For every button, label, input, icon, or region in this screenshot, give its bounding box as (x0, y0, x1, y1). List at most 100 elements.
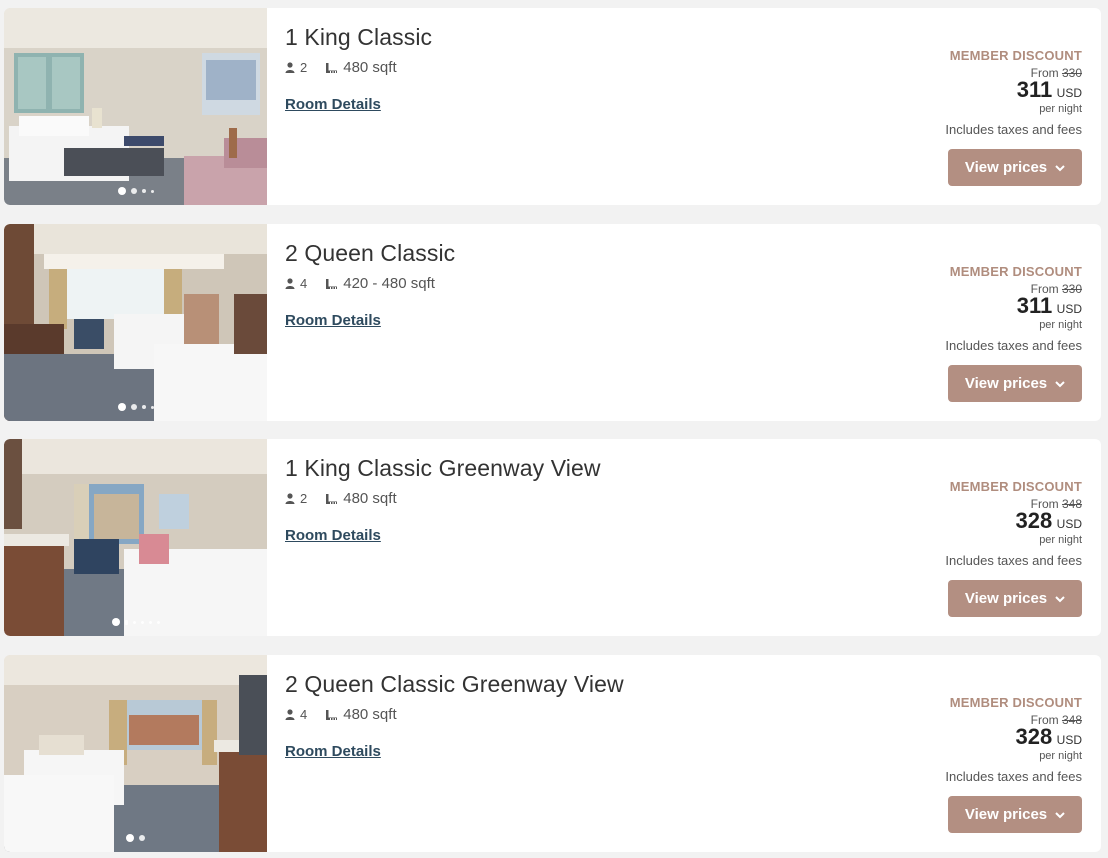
chevron-down-icon (1055, 159, 1065, 176)
carousel-dot[interactable] (150, 405, 154, 409)
carousel-dot[interactable] (124, 619, 128, 625)
per-night-label: per night (1039, 319, 1082, 331)
room-details-link[interactable]: Room Details (285, 96, 381, 113)
carousel-dot[interactable] (156, 620, 160, 624)
price-block: MEMBER DISCOUNT From 330 311 USD per nig… (882, 264, 1082, 353)
room-size: 480 sqft (343, 59, 397, 76)
carousel-dot[interactable] (117, 403, 126, 411)
original-price: 330 (1061, 282, 1082, 296)
room-meta: 2 480 sqft (285, 490, 601, 507)
carousel-dot[interactable] (111, 618, 120, 626)
price-block: MEMBER DISCOUNT From 330 311 USD per nig… (882, 48, 1082, 137)
carousel-dots[interactable] (4, 187, 267, 195)
room-title: 1 King Classic (285, 24, 433, 50)
room-photo[interactable] (4, 655, 267, 852)
room-title: 2 Queen Classic (285, 240, 456, 266)
currency: USD (1056, 517, 1082, 531)
carousel-dot[interactable] (132, 620, 136, 624)
currency: USD (1056, 302, 1082, 316)
guest-count: 4 (300, 276, 308, 291)
carousel-dot[interactable] (130, 188, 137, 194)
view-prices-label: View prices (964, 590, 1048, 607)
price-value: 311 (1016, 77, 1053, 102)
room-info: 2 Queen Classic Greenway View 4 480 sqft… (285, 671, 624, 761)
price-amount: 328 USD (882, 726, 1082, 751)
room-details-link[interactable]: Room Details (285, 527, 381, 544)
price-block: MEMBER DISCOUNT From 348 328 USD per nig… (882, 479, 1082, 568)
taxes-note: Includes taxes and fees (945, 338, 1082, 353)
carousel-dot[interactable] (150, 189, 154, 193)
price-amount: 311 USD (882, 295, 1082, 320)
ruler-icon (325, 62, 338, 74)
view-prices-label: View prices (964, 375, 1048, 392)
member-discount-label: MEMBER DISCOUNT (949, 264, 1082, 279)
price-value: 311 (1016, 293, 1053, 318)
carousel-dots[interactable] (4, 403, 267, 411)
member-discount-label: MEMBER DISCOUNT (949, 479, 1082, 494)
person-icon (285, 62, 295, 73)
carousel-dot[interactable] (148, 620, 152, 624)
room-info: 1 King Classic 2 480 sqft Room Details (285, 24, 432, 114)
carousel-dot[interactable] (140, 620, 144, 624)
room-size: 420 - 480 sqft (343, 275, 435, 292)
taxes-note: Includes taxes and fees (945, 553, 1082, 568)
room-photo[interactable] (4, 8, 267, 205)
ruler-icon (325, 278, 338, 290)
room-list: 1 King Classic 2 480 sqft Room Details M… (0, 0, 1108, 858)
room-meta: 4 420 - 480 sqft (285, 275, 455, 292)
carousel-dot[interactable] (130, 404, 137, 410)
carousel-dots[interactable] (4, 834, 267, 842)
room-meta: 4 480 sqft (285, 706, 624, 723)
ruler-icon (325, 493, 338, 505)
room-info: 2 Queen Classic 4 420 - 480 sqft Room De… (285, 240, 455, 330)
room-meta: 2 480 sqft (285, 59, 432, 76)
room-card: 1 King Classic Greenway View 2 480 sqft … (4, 439, 1101, 636)
ruler-icon (325, 709, 338, 721)
view-prices-button[interactable]: View prices (948, 149, 1082, 186)
room-card: 1 King Classic 2 480 sqft Room Details M… (4, 8, 1101, 205)
room-details-link[interactable]: Room Details (285, 312, 381, 329)
view-prices-label: View prices (964, 159, 1048, 176)
guest-count: 4 (300, 707, 308, 722)
room-photo[interactable] (4, 439, 267, 636)
per-night-label: per night (1039, 534, 1082, 546)
view-prices-button[interactable]: View prices (948, 796, 1082, 833)
member-discount-label: MEMBER DISCOUNT (949, 48, 1082, 63)
room-title: 2 Queen Classic Greenway View (285, 671, 624, 697)
price-block: MEMBER DISCOUNT From 348 328 USD per nig… (882, 695, 1082, 784)
room-card: 2 Queen Classic Greenway View 4 480 sqft… (4, 655, 1101, 852)
view-prices-label: View prices (964, 806, 1048, 823)
carousel-dot[interactable] (117, 187, 126, 195)
original-price: 348 (1061, 497, 1082, 511)
taxes-note: Includes taxes and fees (945, 122, 1082, 137)
price-amount: 328 USD (882, 510, 1082, 535)
per-night-label: per night (1039, 750, 1082, 762)
guest-count: 2 (300, 60, 308, 75)
original-price: 348 (1061, 713, 1082, 727)
room-details-link[interactable]: Room Details (285, 743, 381, 760)
person-icon (285, 709, 295, 720)
carousel-dot[interactable] (126, 834, 134, 842)
price-value: 328 (1015, 724, 1053, 749)
person-icon (285, 493, 295, 504)
carousel-dot[interactable] (139, 835, 145, 841)
room-card: 2 Queen Classic 4 420 - 480 sqft Room De… (4, 224, 1101, 421)
view-prices-button[interactable]: View prices (948, 580, 1082, 617)
room-title: 1 King Classic Greenway View (285, 455, 601, 481)
room-size: 480 sqft (343, 490, 397, 507)
room-photo[interactable] (4, 224, 267, 421)
view-prices-button[interactable]: View prices (948, 365, 1082, 402)
chevron-down-icon (1055, 806, 1065, 823)
original-price: 330 (1061, 66, 1082, 80)
chevron-down-icon (1055, 375, 1065, 392)
price-value: 328 (1015, 508, 1053, 533)
carousel-dot[interactable] (141, 405, 146, 409)
carousel-dot[interactable] (141, 189, 146, 193)
person-icon (285, 278, 295, 289)
carousel-dots[interactable] (4, 618, 267, 626)
currency: USD (1056, 86, 1082, 100)
room-size: 480 sqft (343, 706, 397, 723)
taxes-note: Includes taxes and fees (945, 769, 1082, 784)
chevron-down-icon (1055, 590, 1065, 607)
guest-count: 2 (300, 491, 308, 506)
